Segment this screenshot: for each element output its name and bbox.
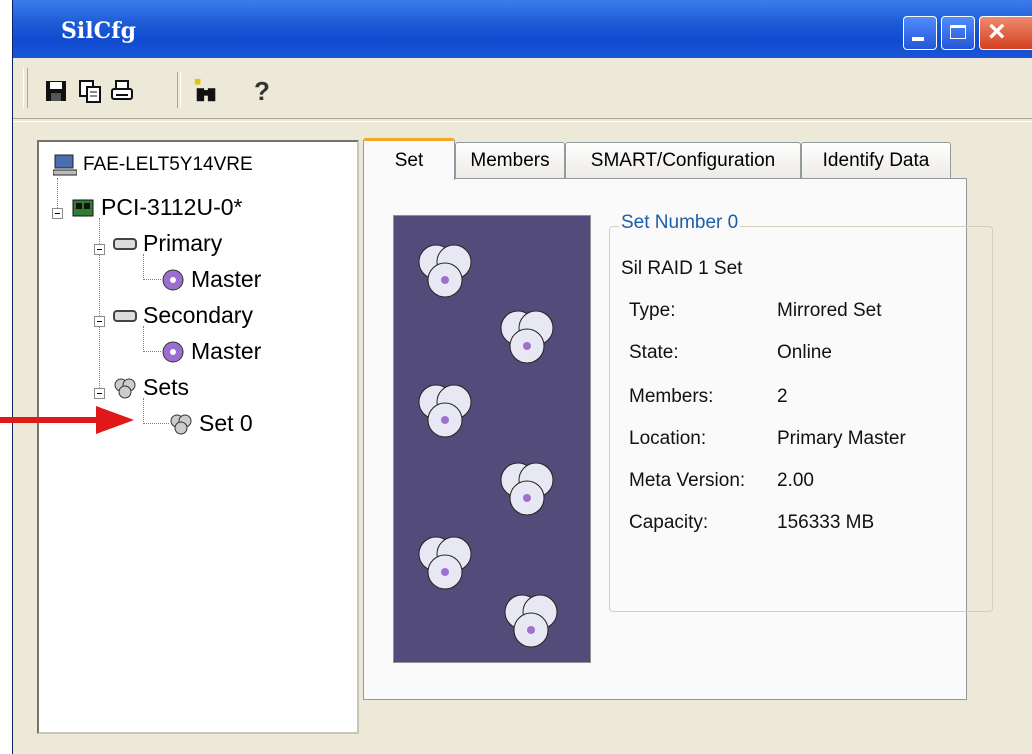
tab-members[interactable]: Members <box>455 142 565 178</box>
tree-label: Master <box>191 266 262 292</box>
close-button[interactable]: × <box>979 15 1032 50</box>
toolbar-divider <box>13 118 1032 122</box>
copy-icon <box>79 80 101 103</box>
tree-label: Sets <box>143 374 190 400</box>
tab-identify-data[interactable]: Identify Data <box>801 142 951 178</box>
capacity-value: 156333 MB <box>777 512 875 533</box>
pointer-arrow <box>0 406 134 434</box>
app-window: SilCfg × ? FAE-LELT5Y14VRE PCI-3112U-0* … <box>12 0 1032 754</box>
tree-line <box>143 254 144 280</box>
set-info-group <box>609 226 993 612</box>
find-button[interactable] <box>193 78 219 104</box>
drive-disc-icon <box>162 269 184 290</box>
close-icon: × <box>988 15 1006 48</box>
disc-stack-icon <box>500 310 554 364</box>
type-label: Type: <box>629 300 676 321</box>
meta-version-label: Meta Version: <box>629 470 746 491</box>
tree-item-secondary[interactable]: Secondary <box>113 302 253 329</box>
tree-item-set-0[interactable]: Set 0 <box>169 410 253 437</box>
tree-line <box>143 398 144 424</box>
tree-item-controller[interactable]: PCI-3112U-0* <box>71 194 242 221</box>
channel-icon <box>113 309 137 322</box>
tree-item-primary-master[interactable]: Master <box>161 266 261 293</box>
disc-stack-icon <box>418 536 472 590</box>
computer-icon <box>53 154 77 176</box>
state-label: State: <box>629 342 679 363</box>
minimize-button[interactable] <box>903 16 937 50</box>
tab-smart-configuration[interactable]: SMART/Configuration <box>565 142 801 178</box>
print-icon <box>111 80 133 100</box>
tree-line <box>143 279 161 280</box>
window-title: SilCfg <box>61 18 136 44</box>
group-title: Set Number 0 <box>619 212 741 234</box>
sets-icon <box>114 378 136 398</box>
collapse-icon[interactable] <box>52 208 63 219</box>
tree-label: Set 0 <box>199 410 253 436</box>
raid-set-icon <box>170 414 192 434</box>
disc-stack-icon <box>500 462 554 516</box>
location-value: Primary Master <box>777 428 906 449</box>
channel-icon <box>113 237 137 250</box>
tree-label: Master <box>191 338 262 364</box>
collapse-icon[interactable] <box>94 316 105 327</box>
maximize-button[interactable] <box>941 16 975 50</box>
disc-stack-icon <box>418 384 472 438</box>
capacity-label: Capacity: <box>629 512 709 533</box>
disc-stack-icon <box>418 244 472 298</box>
disc-stack-icon <box>504 594 558 648</box>
raid-set-graphic <box>393 215 591 663</box>
toolbar: ? <box>13 58 1032 118</box>
collapse-icon[interactable] <box>94 388 105 399</box>
tree-line <box>143 423 169 424</box>
tree-label: PCI-3112U-0* <box>101 194 243 220</box>
members-value: 2 <box>777 386 788 407</box>
tree-label: FAE-LELT5Y14VRE <box>83 154 253 175</box>
help-button[interactable]: ? <box>249 75 275 106</box>
tree-item-primary[interactable]: Primary <box>113 230 222 257</box>
location-label: Location: <box>629 428 707 449</box>
toolbar-separator <box>177 72 181 108</box>
tree-item-secondary-master[interactable]: Master <box>161 338 261 365</box>
tree-item-computer[interactable]: FAE-LELT5Y14VRE <box>53 154 253 176</box>
drive-disc-icon <box>162 341 184 362</box>
title-bar[interactable]: SilCfg × <box>13 0 1032 58</box>
tree-line <box>143 326 144 352</box>
save-icon <box>46 81 66 101</box>
tree-label: Primary <box>143 230 223 256</box>
set-name: Sil RAID 1 Set <box>621 258 743 279</box>
save-button[interactable] <box>43 78 69 104</box>
state-value: Online <box>777 342 832 363</box>
collapse-icon[interactable] <box>94 244 105 255</box>
help-icon: ? <box>254 75 270 106</box>
tree-label: Secondary <box>143 302 253 328</box>
copy-button[interactable] <box>77 78 103 104</box>
toolbar-grip[interactable] <box>23 68 28 108</box>
tree-item-sets[interactable]: Sets <box>113 374 189 401</box>
meta-version-value: 2.00 <box>777 470 814 491</box>
members-label: Members: <box>629 386 714 407</box>
tree-line <box>143 351 161 352</box>
type-value: Mirrored Set <box>777 300 882 321</box>
find-icon <box>194 78 216 102</box>
tab-set[interactable]: Set <box>363 138 455 180</box>
print-button[interactable] <box>109 78 135 104</box>
controller-card-icon <box>72 199 94 216</box>
